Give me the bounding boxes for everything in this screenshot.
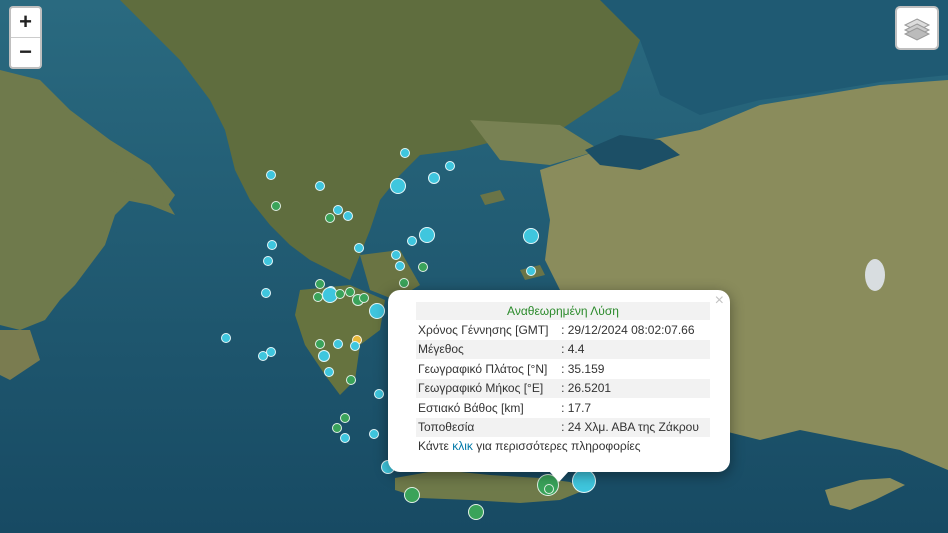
detail-row-depth: Εστιακό Βάθος [km] : 17.7 — [416, 398, 710, 418]
earthquake-marker[interactable] — [333, 339, 343, 349]
earthquake-marker[interactable] — [418, 262, 428, 272]
earthquake-marker[interactable] — [346, 375, 356, 385]
detail-row-longitude: Γεωγραφικό Μήκος [°E] : 26.5201 — [416, 378, 710, 398]
earthquake-marker[interactable] — [332, 423, 342, 433]
zoom-control: + − — [9, 6, 42, 69]
popup-title: Αναθεωρημένη Λύση — [416, 302, 710, 320]
earthquake-marker[interactable] — [468, 504, 484, 520]
earthquake-marker[interactable] — [572, 469, 596, 493]
earthquake-marker[interactable] — [369, 303, 385, 319]
popup-details-table: Χρόνος Γέννησης [GMT] : 29/12/2024 08:02… — [416, 320, 710, 437]
earthquake-marker[interactable] — [315, 181, 325, 191]
detail-value: : 17.7 — [561, 400, 592, 415]
earthquake-marker[interactable] — [404, 487, 420, 503]
earthquake-marker[interactable] — [400, 148, 410, 158]
earthquake-marker[interactable] — [335, 289, 345, 299]
earthquake-marker[interactable] — [261, 288, 271, 298]
popup-close-button[interactable]: × — [715, 292, 724, 310]
earthquake-marker[interactable] — [315, 339, 325, 349]
earthquake-marker[interactable] — [391, 250, 401, 260]
earthquake-marker[interactable] — [324, 367, 334, 377]
detail-row-location: Τοποθεσία : 24 Χλμ. ΑΒΑ της Ζάκρου — [416, 417, 710, 437]
detail-value: : 29/12/2024 08:02:07.66 — [561, 322, 695, 337]
earthquake-marker[interactable] — [369, 429, 379, 439]
zoom-in-button[interactable]: + — [11, 8, 40, 38]
detail-label: Χρόνος Γέννησης [GMT] — [418, 322, 549, 337]
more-info-suffix: για περισσότερες πληροφορίες — [472, 439, 641, 453]
earthquake-marker[interactable] — [313, 292, 323, 302]
earthquake-marker[interactable] — [359, 293, 369, 303]
earthquake-marker[interactable] — [315, 279, 325, 289]
earthquake-marker[interactable] — [395, 261, 405, 271]
detail-label: Γεωγραφικό Μήκος [°E] — [416, 378, 560, 398]
earthquake-marker[interactable] — [374, 389, 384, 399]
layers-button[interactable] — [895, 6, 939, 50]
earthquake-marker[interactable] — [526, 266, 536, 276]
detail-row-latitude: Γεωγραφικό Πλάτος [°N] : 35.159 — [416, 359, 710, 379]
detail-value: : 35.159 — [561, 361, 605, 376]
earthquake-marker[interactable] — [340, 413, 350, 423]
earthquake-marker[interactable] — [523, 228, 539, 244]
earthquake-marker[interactable] — [333, 205, 343, 215]
earthquake-marker[interactable] — [266, 347, 276, 357]
earthquake-marker[interactable] — [263, 256, 273, 266]
earthquake-marker[interactable] — [399, 278, 409, 288]
popup-tip — [549, 471, 569, 482]
earthquake-marker[interactable] — [343, 211, 353, 221]
detail-label: Μέγεθος — [416, 339, 560, 359]
detail-value: : 24 Χλμ. ΑΒΑ της Ζάκρου — [559, 417, 710, 437]
earthquake-marker[interactable] — [340, 433, 350, 443]
detail-label: Εστιακό Βάθος [km] — [418, 400, 524, 415]
earthquake-marker[interactable] — [544, 484, 554, 494]
earthquake-marker[interactable] — [318, 350, 330, 362]
more-info-prefix: Κάντε — [418, 439, 453, 453]
detail-value: : 26.5201 — [559, 378, 710, 398]
detail-row-magnitude: Μέγεθος : 4.4 — [416, 339, 710, 359]
earthquake-marker[interactable] — [267, 240, 277, 250]
layers-icon — [903, 18, 931, 41]
earthquake-marker[interactable] — [354, 243, 364, 253]
earthquake-marker[interactable] — [390, 178, 406, 194]
earthquake-marker[interactable] — [407, 236, 417, 246]
detail-row-origin-time: Χρόνος Γέννησης [GMT] : 29/12/2024 08:02… — [416, 320, 710, 340]
earthquake-marker[interactable] — [271, 201, 281, 211]
more-info-text: Κάντε κλικ για περισσότερες πληροφορίες — [416, 439, 710, 453]
earthquake-marker[interactable] — [428, 172, 440, 184]
earthquake-marker[interactable] — [325, 213, 335, 223]
earthquake-marker[interactable] — [266, 170, 276, 180]
detail-label: Γεωγραφικό Πλάτος [°N] — [418, 361, 548, 376]
detail-label: Τοποθεσία — [416, 417, 560, 437]
earthquake-marker[interactable] — [419, 227, 435, 243]
detail-value: : 4.4 — [559, 339, 710, 359]
more-info-link[interactable]: κλικ — [452, 439, 473, 453]
earthquake-marker[interactable] — [350, 341, 360, 351]
earthquake-marker[interactable] — [445, 161, 455, 171]
zoom-out-button[interactable]: − — [11, 38, 40, 67]
earthquake-popup: × Αναθεωρημένη Λύση Χρόνος Γέννησης [GMT… — [388, 290, 730, 472]
earthquake-marker[interactable] — [221, 333, 231, 343]
